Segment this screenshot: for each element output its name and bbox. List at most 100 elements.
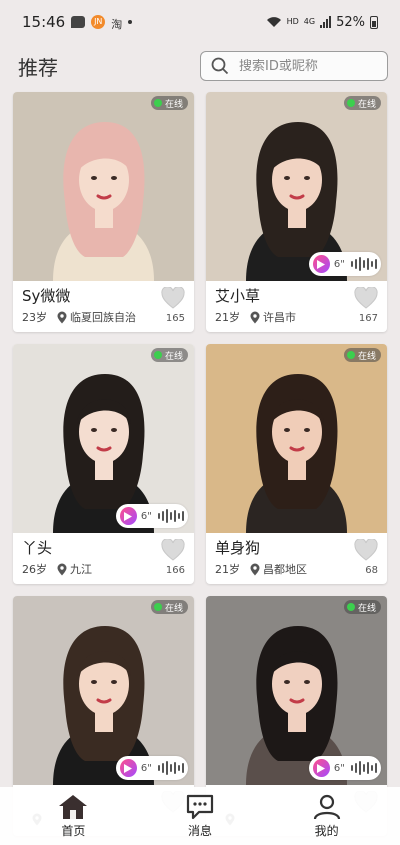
user-age: 26岁	[22, 563, 47, 576]
voice-intro-player[interactable]: 6"	[309, 756, 381, 780]
card-info: Sy微微 23岁 临夏回族自治 165	[13, 281, 194, 332]
like-count: 165	[165, 313, 185, 324]
message-icon	[186, 794, 214, 819]
wifi-icon	[266, 17, 281, 27]
location-pin-icon	[250, 563, 260, 575]
card-info: 丫头 26岁 九江 166	[13, 533, 194, 584]
waveform-icon	[351, 761, 377, 775]
profile-photo[interactable]: 在线	[13, 92, 194, 281]
profile-photo[interactable]: 在线 6"	[13, 596, 194, 785]
location-pin-icon	[57, 563, 67, 575]
user-meta: 26岁 九江	[22, 561, 186, 577]
online-badge: 在线	[343, 600, 381, 614]
online-badge: 在线	[150, 600, 188, 614]
profile-card[interactable]: 在线 6" 艾小草 21岁 许昌市 167	[206, 92, 387, 332]
profile-photo[interactable]: 在线 6"	[206, 92, 387, 281]
online-label: 在线	[164, 99, 183, 110]
profile-photo[interactable]: 在线 6"	[13, 344, 194, 533]
tab-messages[interactable]: 消息	[160, 794, 240, 839]
voice-intro-player[interactable]: 6"	[309, 252, 381, 276]
profile-photo[interactable]: 在线	[206, 344, 387, 533]
recommend-grid: 在线 Sy微微 23岁 临夏回族自治 165 在线 6" 艾小草 21岁 许昌市 167 在线 6" 丫头…	[13, 92, 387, 836]
tab-home[interactable]: 首页	[33, 794, 113, 839]
user-location: 昌都地区	[250, 561, 307, 577]
portrait-image	[246, 374, 347, 533]
like-count: 166	[165, 565, 185, 576]
user-age: 21岁	[215, 563, 240, 576]
online-label: 在线	[357, 99, 376, 110]
user-meta: 23岁 临夏回族自治	[22, 309, 186, 325]
bottom-tab-bar: 首页 消息 我的	[0, 787, 400, 845]
location-pin-icon	[57, 311, 67, 323]
online-label: 在线	[357, 351, 376, 362]
online-badge: 在线	[343, 96, 381, 110]
profile-card[interactable]: 在线 单身狗 21岁 昌都地区 68	[206, 344, 387, 584]
user-age: 23岁	[22, 311, 47, 324]
online-badge: 在线	[150, 96, 188, 110]
user-location-text: 临夏回族自治	[70, 311, 136, 324]
like-heart-icon[interactable]	[354, 539, 378, 561]
user-location: 临夏回族自治	[57, 309, 136, 325]
online-dot-icon	[346, 99, 355, 107]
hd-indicator: HD	[286, 17, 299, 26]
tab-profile[interactable]: 我的	[287, 794, 367, 839]
user-age: 21岁	[215, 311, 240, 324]
card-info: 单身狗 21岁 昌都地区 68	[206, 533, 387, 584]
search-input[interactable]	[239, 58, 379, 74]
profile-photo[interactable]: 在线 6"	[206, 596, 387, 785]
voice-intro-player[interactable]: 6"	[116, 756, 188, 780]
online-dot-icon	[153, 351, 162, 359]
taobao-notification-icon: 淘	[111, 18, 123, 31]
status-time: 15:46	[22, 13, 66, 31]
play-icon[interactable]	[120, 507, 137, 525]
play-icon[interactable]	[313, 759, 330, 777]
signal-icon	[320, 16, 332, 28]
online-label: 在线	[357, 603, 376, 614]
online-badge: 在线	[150, 348, 188, 362]
user-location: 许昌市	[250, 309, 296, 325]
waveform-icon	[351, 257, 377, 271]
voice-intro-player[interactable]: 6"	[116, 504, 188, 528]
play-icon[interactable]	[313, 255, 330, 273]
search-icon	[211, 57, 229, 75]
voice-duration: 6"	[333, 258, 345, 270]
voice-duration: 6"	[140, 510, 152, 522]
like-heart-icon[interactable]	[161, 539, 185, 561]
status-bar: 15:46 JN 淘 HD 4G 52%	[0, 0, 400, 44]
page-title: 推荐	[18, 55, 58, 80]
user-location-text: 许昌市	[263, 311, 296, 324]
location-pin-icon	[250, 311, 260, 323]
battery-icon	[370, 15, 378, 29]
like-count: 68	[365, 565, 378, 576]
portrait-image	[53, 122, 154, 281]
search-box[interactable]	[200, 51, 388, 81]
user-location-text: 昌都地区	[263, 563, 307, 576]
like-heart-icon[interactable]	[161, 287, 185, 309]
online-dot-icon	[346, 351, 355, 359]
user-location: 九江	[57, 561, 92, 577]
like-count: 167	[358, 313, 378, 324]
app-notification-icon: JN	[91, 15, 106, 29]
tab-profile-label: 我的	[314, 823, 339, 838]
play-icon[interactable]	[120, 759, 137, 777]
online-label: 在线	[164, 351, 183, 362]
voice-duration: 6"	[333, 762, 345, 774]
online-dot-icon	[153, 99, 162, 107]
online-dot-icon	[346, 603, 355, 611]
user-location-text: 九江	[70, 563, 92, 576]
home-icon	[59, 794, 88, 819]
voice-duration: 6"	[140, 762, 152, 774]
online-dot-icon	[153, 603, 162, 611]
profile-card[interactable]: 在线 6" 丫头 26岁 九江 166	[13, 344, 194, 584]
card-info: 艾小草 21岁 许昌市 167	[206, 281, 387, 332]
user-meta: 21岁 许昌市	[215, 309, 379, 325]
tab-messages-label: 消息	[187, 823, 212, 838]
profile-icon	[313, 794, 340, 819]
like-heart-icon[interactable]	[354, 287, 378, 309]
battery-percent: 52%	[336, 14, 365, 30]
page-header: 推荐	[0, 46, 400, 86]
online-badge: 在线	[343, 348, 381, 362]
waveform-icon	[158, 761, 184, 775]
message-notification-icon	[71, 16, 86, 28]
profile-card[interactable]: 在线 Sy微微 23岁 临夏回族自治 165	[13, 92, 194, 332]
